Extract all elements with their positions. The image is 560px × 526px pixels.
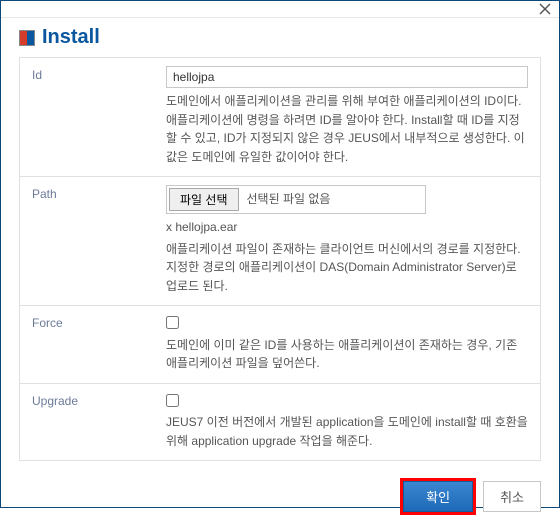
label-upgrade: Upgrade [20,384,160,460]
upgrade-checkbox[interactable] [166,394,179,407]
dialog-header: Install [1,18,559,57]
label-id: Id [20,58,160,176]
titlebar [1,1,559,18]
force-desc: 도메인에 이미 같은 ID를 사용하는 애플리케이션이 존재하는 경우, 기존 … [166,336,528,373]
value-path: 파일 선택 선택된 파일 없음 x hellojpa.ear 애플리케이션 파일… [160,177,540,305]
row-force: Force 도메인에 이미 같은 ID를 사용하는 애플리케이션이 존재하는 경… [20,306,540,383]
current-file: x hellojpa.ear [166,218,528,237]
id-desc: 도메인에서 애플리케이션을 관리를 위해 부여한 애플리케이션의 ID이다. 애… [166,92,528,166]
path-desc: 애플리케이션 파일이 존재하는 클라이언트 머신에서의 경로를 지정한다. 지정… [166,240,528,296]
id-input[interactable] [166,66,528,88]
label-force: Force [20,306,160,382]
file-status: 선택된 파일 없음 [247,190,331,209]
file-select-button[interactable]: 파일 선택 [169,188,239,211]
close-button[interactable] [537,1,553,17]
file-picker: 파일 선택 선택된 파일 없음 [166,185,426,214]
row-upgrade: Upgrade JEUS7 이전 버전에서 개발된 application을 도… [20,384,540,460]
upgrade-desc: JEUS7 이전 버전에서 개발된 application을 도메인에 inst… [166,413,528,450]
label-path: Path [20,177,160,305]
cancel-button[interactable]: 취소 [483,481,541,512]
form-panel: Id 도메인에서 애플리케이션을 관리를 위해 부여한 애플리케이션의 ID이다… [19,57,541,461]
row-id: Id 도메인에서 애플리케이션을 관리를 위해 부여한 애플리케이션의 ID이다… [20,58,540,177]
force-checkbox[interactable] [166,316,179,329]
value-upgrade: JEUS7 이전 버전에서 개발된 application을 도메인에 inst… [160,384,540,460]
dialog-buttons: 확인 취소 [1,471,559,526]
install-icon [19,30,35,46]
value-force: 도메인에 이미 같은 ID를 사용하는 애플리케이션이 존재하는 경우, 기존 … [160,306,540,382]
row-path: Path 파일 선택 선택된 파일 없음 x hellojpa.ear 애플리케… [20,177,540,306]
value-id: 도메인에서 애플리케이션을 관리를 위해 부여한 애플리케이션의 ID이다. 애… [160,58,540,176]
close-icon [539,3,551,15]
dialog-content: Id 도메인에서 애플리케이션을 관리를 위해 부여한 애플리케이션의 ID이다… [1,57,559,471]
dialog-title: Install [42,26,100,49]
ok-button[interactable]: 확인 [403,481,473,512]
